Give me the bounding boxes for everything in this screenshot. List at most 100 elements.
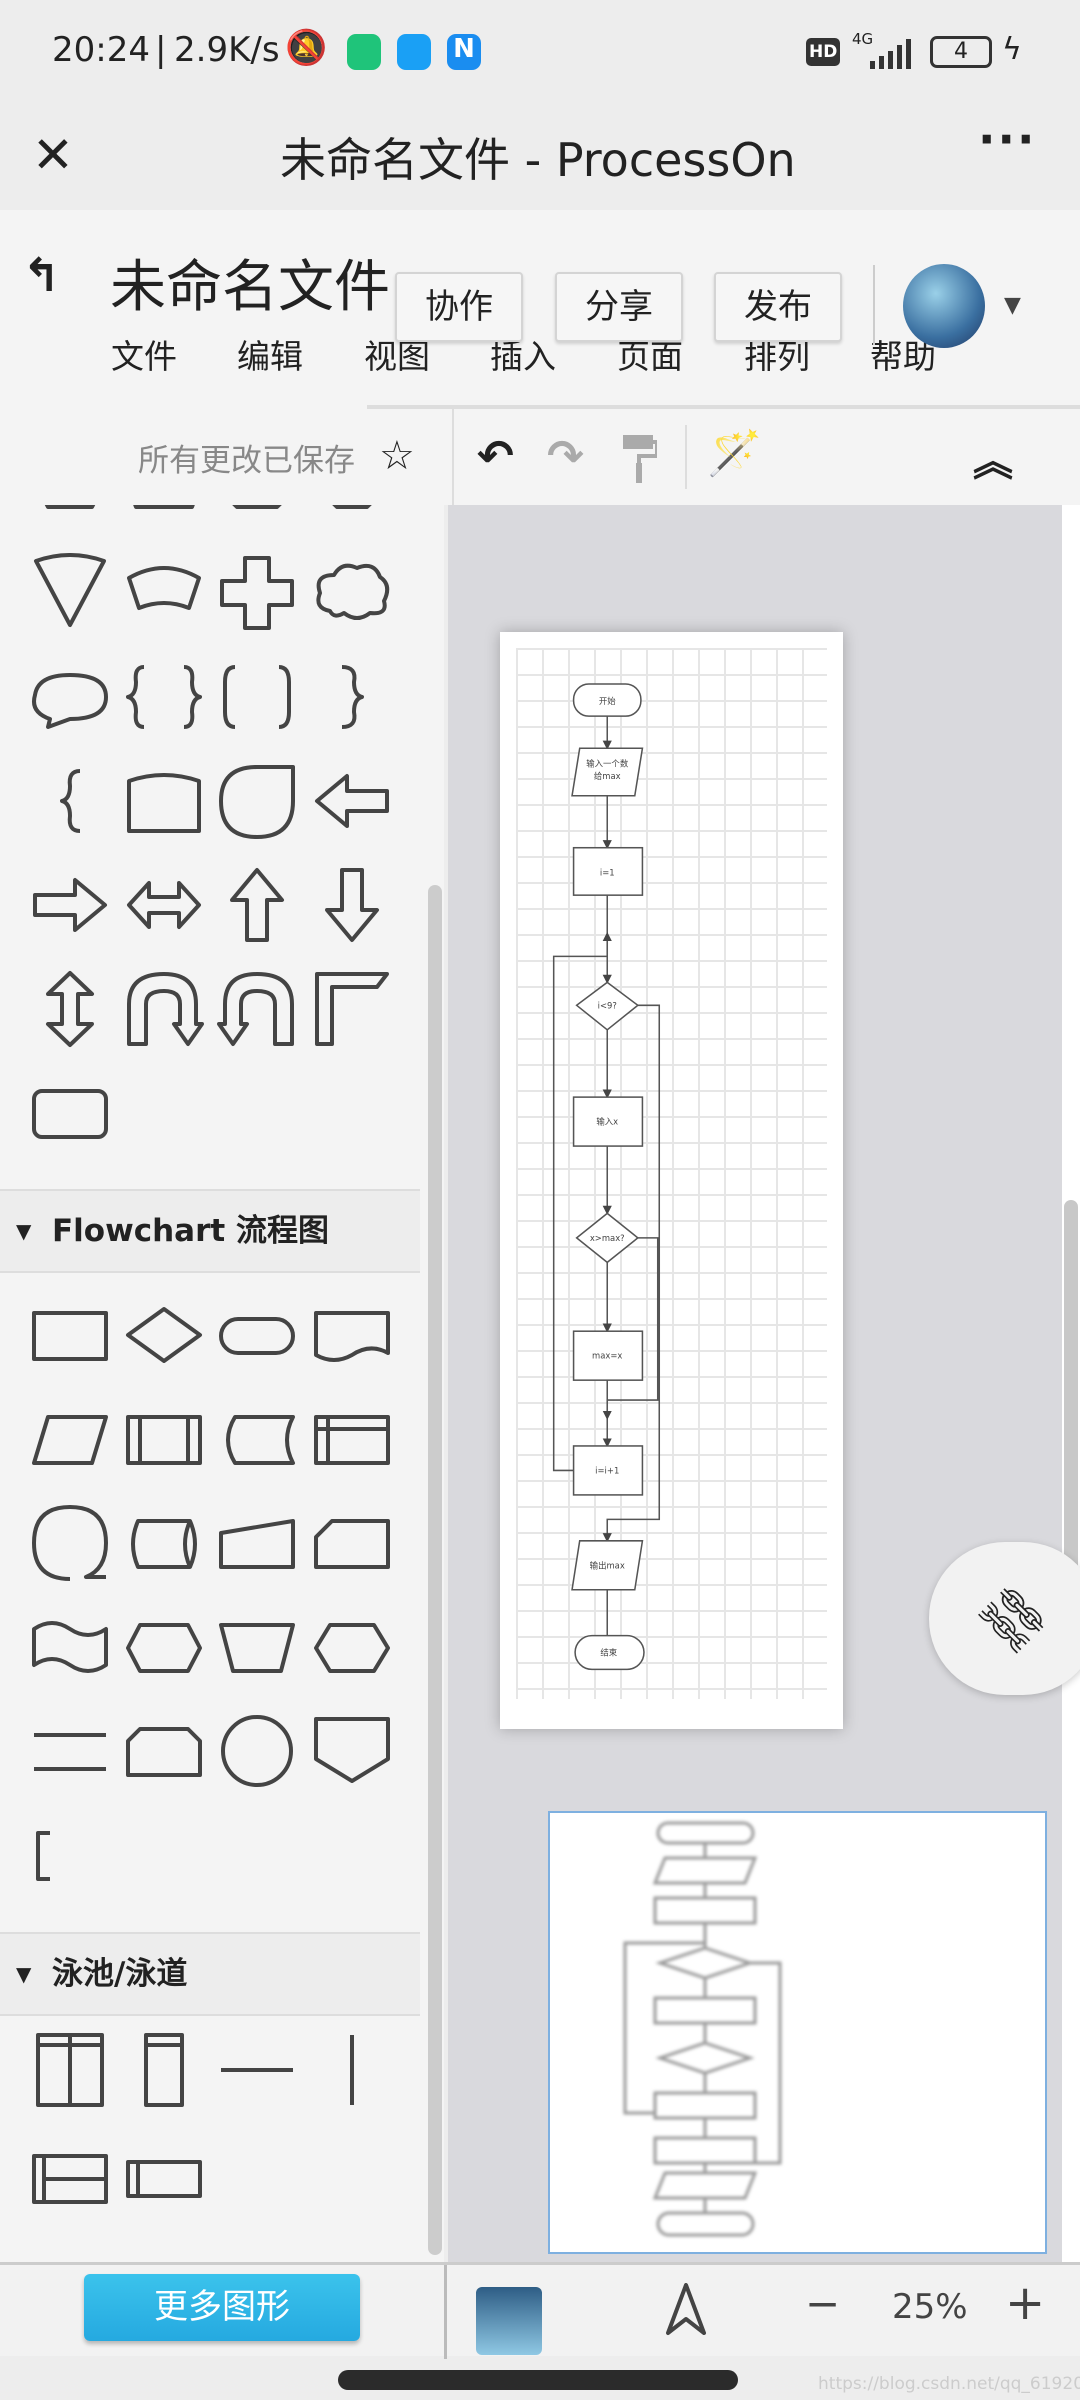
no-connector [602, 1237, 659, 1420]
vertical-pool-icon[interactable] [30, 2030, 110, 2110]
share-button[interactable]: 分享 [555, 272, 683, 342]
rounded-tab-icon[interactable] [124, 761, 204, 841]
section-title: 泳池/泳道 [52, 1956, 188, 1992]
battery-icon: 4 [930, 36, 992, 68]
menu-edit[interactable]: 编辑 [237, 330, 303, 378]
arc-band-icon[interactable] [124, 553, 204, 633]
shape-panel: ▼ Flowchart 流程图 ▼ 泳池/泳道 [0, 505, 444, 2262]
status-bar: 20:24 | 2.9K/s 🔕 N HD 4G 4 ϟ [0, 0, 1080, 104]
thumbnail-avatar[interactable] [476, 2287, 542, 2355]
preparation-icon[interactable] [312, 1607, 392, 1687]
predefined-process-icon[interactable] [124, 1399, 204, 1479]
collapse-icon[interactable]: ︽ [973, 429, 1013, 487]
mute-bell-icon: 🔕 [285, 28, 328, 68]
parallel-mode-icon[interactable] [30, 1711, 110, 1791]
node-label: i<9? [598, 1000, 617, 1010]
triangle-down-icon[interactable] [30, 553, 110, 633]
node-label: 输入一个数 [586, 759, 629, 769]
divider [873, 265, 875, 345]
braces-icon[interactable] [124, 657, 204, 737]
node-label: 输入x [596, 1117, 618, 1127]
direct-data-icon[interactable] [124, 1503, 204, 1583]
node-label: x>max? [590, 1233, 625, 1243]
brackets-icon[interactable] [217, 657, 297, 737]
node-label: 输出max [590, 1560, 625, 1570]
more-icon[interactable]: ··· [978, 112, 1036, 166]
save-status: 所有更改已保存 [138, 443, 355, 479]
arrow-left-icon[interactable] [312, 761, 392, 841]
data-icon[interactable] [30, 1399, 110, 1479]
undo-icon[interactable]: ↶ [477, 431, 514, 482]
tape-icon[interactable] [30, 1607, 110, 1687]
annotation-icon[interactable] [30, 1815, 110, 1895]
horizontal-lane-icon[interactable] [124, 2138, 204, 2218]
sequential-data-icon[interactable] [30, 1503, 110, 1583]
decision-icon[interactable] [124, 1295, 204, 1375]
navigator-icon[interactable] [664, 2283, 708, 2337]
leaf-icon[interactable] [217, 761, 297, 841]
brace-right-icon[interactable] [312, 657, 392, 737]
close-icon[interactable]: ✕ [32, 126, 74, 184]
vertical-separator-icon[interactable] [312, 2030, 392, 2110]
link-icon: ⛓ [966, 1572, 1060, 1666]
vertical-lane-icon[interactable] [124, 2030, 204, 2110]
stored-data-icon[interactable] [217, 1399, 297, 1479]
shield-app-icon [347, 34, 381, 70]
section-flowchart[interactable]: ▼ Flowchart 流程图 [0, 1189, 420, 1273]
card-icon[interactable] [312, 1503, 392, 1583]
cloud-icon[interactable] [312, 553, 392, 633]
internal-storage-icon[interactable] [312, 1399, 392, 1479]
more-shapes-button[interactable]: 更多图形 [84, 2274, 360, 2341]
u-turn-down-icon[interactable] [124, 969, 204, 1049]
speech-bubble-icon[interactable] [30, 657, 110, 737]
collapse-triangle-icon: ▼ [16, 1219, 32, 1243]
arrow-right-icon[interactable] [30, 865, 110, 945]
connector-icon[interactable] [217, 1711, 297, 1791]
minimap-preview [623, 1821, 782, 2237]
horizontal-pool-icon[interactable] [30, 2138, 110, 2218]
arrow-up-down-icon[interactable] [30, 969, 110, 1049]
section-swimlane[interactable]: ▼ 泳池/泳道 [0, 1932, 420, 2016]
zoom-level: 25% [892, 2287, 968, 2327]
avatar[interactable] [903, 264, 985, 348]
menu-file[interactable]: 文件 [111, 330, 177, 378]
copy-link-button[interactable]: ⛓ [929, 1542, 1080, 1695]
format-painter-icon[interactable] [623, 435, 659, 485]
off-page-icon[interactable] [312, 1711, 392, 1791]
app-icon [397, 34, 431, 70]
rounded-rect-icon[interactable] [30, 1073, 110, 1153]
document-title[interactable]: 未命名文件 [110, 242, 390, 323]
magic-wand-icon[interactable]: 🪄 [707, 427, 762, 479]
section-title: Flowchart 流程图 [52, 1213, 330, 1249]
manual-input-icon[interactable] [217, 1503, 297, 1583]
arrow-down-icon[interactable] [312, 865, 392, 945]
brace-left-icon[interactable] [30, 761, 110, 841]
arrow-left-right-icon[interactable] [124, 865, 204, 945]
loop-limit-icon[interactable] [124, 1711, 204, 1791]
manual-operation-icon[interactable] [217, 1607, 297, 1687]
signal-icon [866, 38, 918, 69]
process-icon[interactable] [30, 1295, 110, 1375]
publish-button[interactable]: 发布 [714, 272, 842, 342]
u-turn-up-icon[interactable] [217, 969, 297, 1049]
format-star-icon[interactable]: ☆ [379, 433, 415, 479]
arrow-up-icon[interactable] [217, 865, 297, 945]
horizontal-separator-icon[interactable] [217, 2030, 297, 2110]
collaborate-button[interactable]: 协作 [395, 272, 523, 342]
corner-arrow-icon[interactable] [312, 969, 392, 1049]
terminator-icon[interactable] [217, 1295, 297, 1375]
chevron-down-icon[interactable]: ▼ [1004, 293, 1021, 318]
zoom-out-button[interactable]: − [805, 2279, 840, 2328]
document-icon[interactable] [312, 1295, 392, 1375]
browser-title-bar: ✕ 未命名文件 - ProcessOn ··· [0, 104, 1080, 210]
display-icon[interactable] [124, 1607, 204, 1687]
back-icon[interactable]: ↰ [22, 248, 61, 302]
zoom-in-button[interactable]: + [1005, 2275, 1045, 2331]
diagram-page[interactable]: 开始 输入一个数 给max i=1 i<9? 输入x x>max? max=x … [500, 632, 843, 1729]
redo-icon[interactable]: ↷ [547, 431, 584, 482]
cross-icon[interactable] [217, 553, 297, 633]
page-title: 未命名文件 - ProcessOn [280, 133, 796, 187]
panel-scrollbar[interactable] [428, 885, 442, 2255]
minimap[interactable] [548, 1811, 1047, 2254]
gesture-bar[interactable] [338, 2370, 738, 2390]
